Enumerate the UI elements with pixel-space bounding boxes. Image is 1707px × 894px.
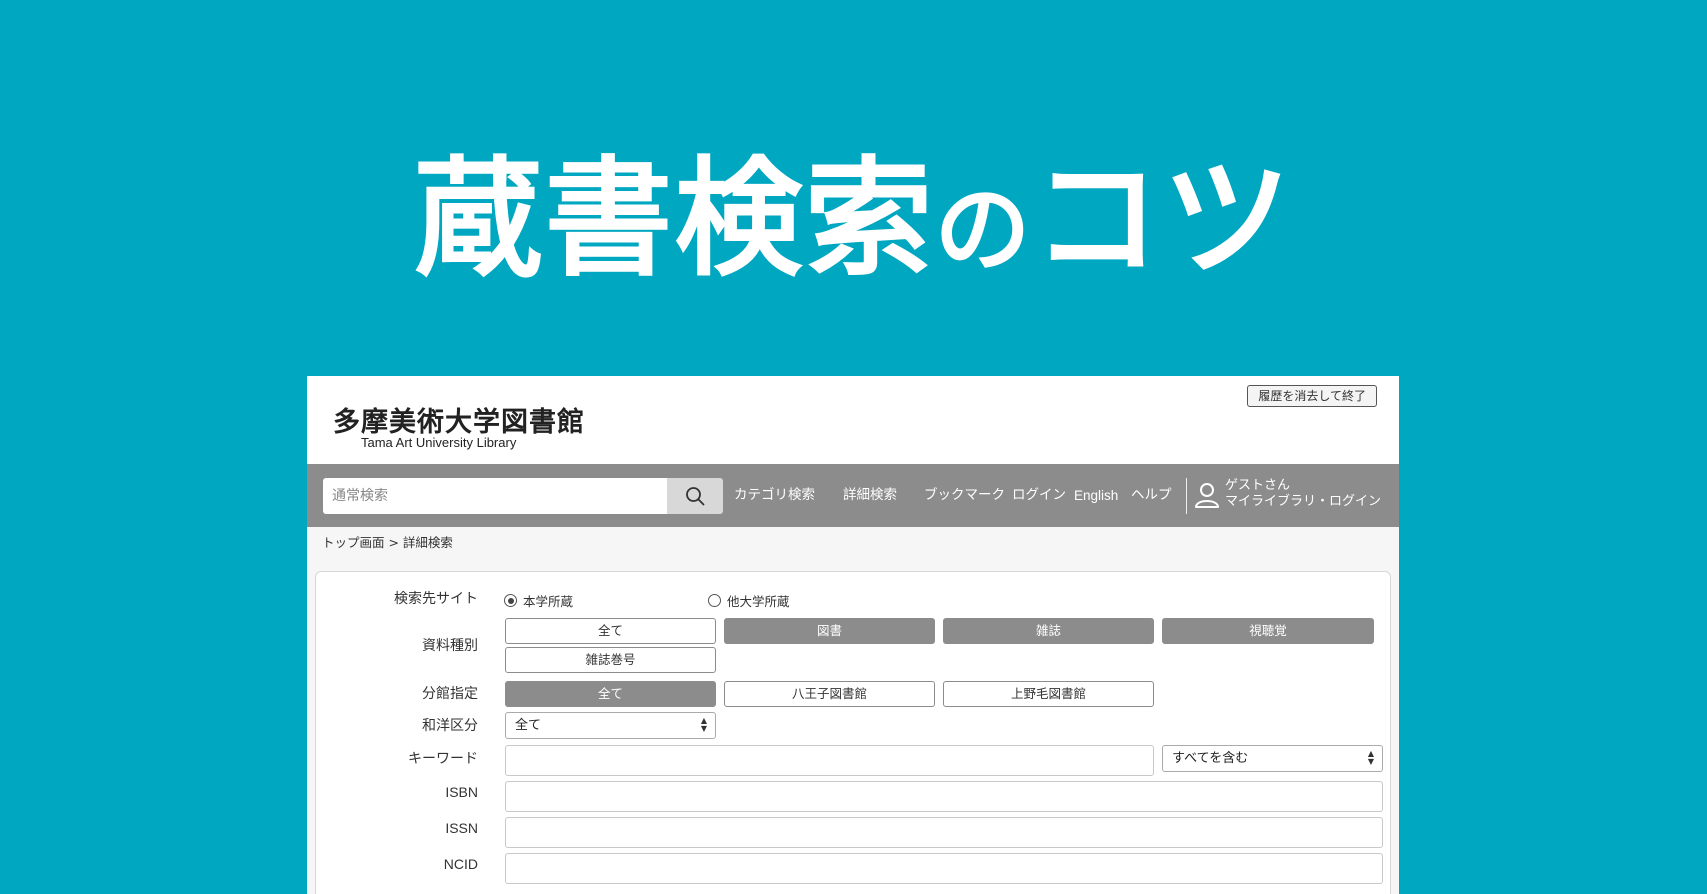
material-audiovisual-button[interactable]: 視聴覚 <box>1162 618 1374 644</box>
keyword-mode-select[interactable]: すべてを含む ▲ ▼ <box>1162 745 1383 772</box>
nav-divider <box>1186 478 1187 514</box>
keyword-mode-value: すべてを含む <box>1172 751 1249 766</box>
isbn-input[interactable] <box>505 781 1383 812</box>
nav-bookmark[interactable]: ブックマーク <box>924 464 1005 527</box>
radio-own-library[interactable]: 本学所蔵 <box>504 591 573 610</box>
hero-title-main: 蔵書検索 <box>414 145 935 294</box>
library-logo-jp[interactable]: 多摩美術大学図書館 <box>333 400 585 439</box>
advanced-search-form: 検索先サイト 本学所蔵 他大学所蔵 資料種別 全て 図書 雑誌 視聴覚 雑誌巻号… <box>315 571 1391 894</box>
nav-login[interactable]: ログイン <box>1012 464 1066 527</box>
site-header: 多摩美術大学図書館 Tama Art University Library 履歴… <box>307 376 1399 464</box>
search-button[interactable] <box>667 478 723 514</box>
material-journal-button[interactable]: 雑誌 <box>943 618 1154 644</box>
keyword-input[interactable] <box>505 745 1154 776</box>
issn-label: ISSN <box>445 820 478 836</box>
radio-label: 他大学所蔵 <box>727 594 790 609</box>
my-library-login: マイライブラリ・ログイン <box>1225 494 1382 509</box>
library-logo-en: Tama Art University Library <box>361 435 517 450</box>
ncid-label: NCID <box>443 856 478 872</box>
breadcrumb: トップ画面 > 詳細検索 <box>322 535 453 550</box>
nav-help[interactable]: ヘルプ <box>1131 464 1172 527</box>
hero-title-particle: の <box>934 174 1033 286</box>
user-greeting: ゲストさん <box>1225 478 1291 493</box>
simple-search-input[interactable] <box>323 478 669 514</box>
keyword-label: キーワード <box>408 751 478 767</box>
language-select[interactable]: 全て ▲ ▼ <box>505 712 716 739</box>
nav-english[interactable]: English <box>1074 464 1118 527</box>
nav-advanced-search[interactable]: 詳細検索 <box>843 464 897 527</box>
radio-dot-checked <box>504 594 517 607</box>
branch-hachioji-button[interactable]: 八王子図書館 <box>724 681 935 707</box>
search-site-label: 検索先サイト <box>394 591 478 607</box>
branch-all-button[interactable]: 全て <box>505 681 716 707</box>
material-journal-volume-button[interactable]: 雑誌巻号 <box>505 647 716 673</box>
issn-input[interactable] <box>505 817 1383 848</box>
hero-title: 蔵書検索のコツ <box>0 150 1707 300</box>
language-label: 和洋区分 <box>422 718 478 734</box>
library-search-panel: 多摩美術大学図書館 Tama Art University Library 履歴… <box>307 376 1399 894</box>
hero-title-end: コツ <box>1032 145 1293 294</box>
branch-label: 分館指定 <box>422 686 478 702</box>
branch-kaminoge-button[interactable]: 上野毛図書館 <box>943 681 1154 707</box>
material-type-label: 資料種別 <box>422 638 478 654</box>
material-book-button[interactable]: 図書 <box>724 618 935 644</box>
ncid-input[interactable] <box>505 853 1383 884</box>
select-arrows-icon: ▲ ▼ <box>1367 749 1374 766</box>
clear-history-button[interactable]: 履歴を消去して終了 <box>1247 385 1377 407</box>
isbn-label: ISBN <box>445 784 478 800</box>
material-all-button[interactable]: 全て <box>505 618 716 644</box>
nav-category-search[interactable]: カテゴリ検索 <box>734 464 815 527</box>
select-arrows-icon: ▲ ▼ <box>700 716 707 733</box>
search-icon <box>686 487 705 506</box>
radio-other-universities[interactable]: 他大学所蔵 <box>708 591 790 610</box>
user-icon[interactable] <box>1193 481 1221 509</box>
radio-dot-unchecked <box>708 594 721 607</box>
radio-label: 本学所蔵 <box>523 594 574 609</box>
user-menu[interactable]: ゲストさん マイライブラリ・ログイン <box>1225 478 1381 510</box>
language-select-value: 全て <box>515 718 542 733</box>
navbar: カテゴリ検索 詳細検索 ブックマーク ログイン English ヘルプ ゲストさ… <box>307 464 1399 527</box>
